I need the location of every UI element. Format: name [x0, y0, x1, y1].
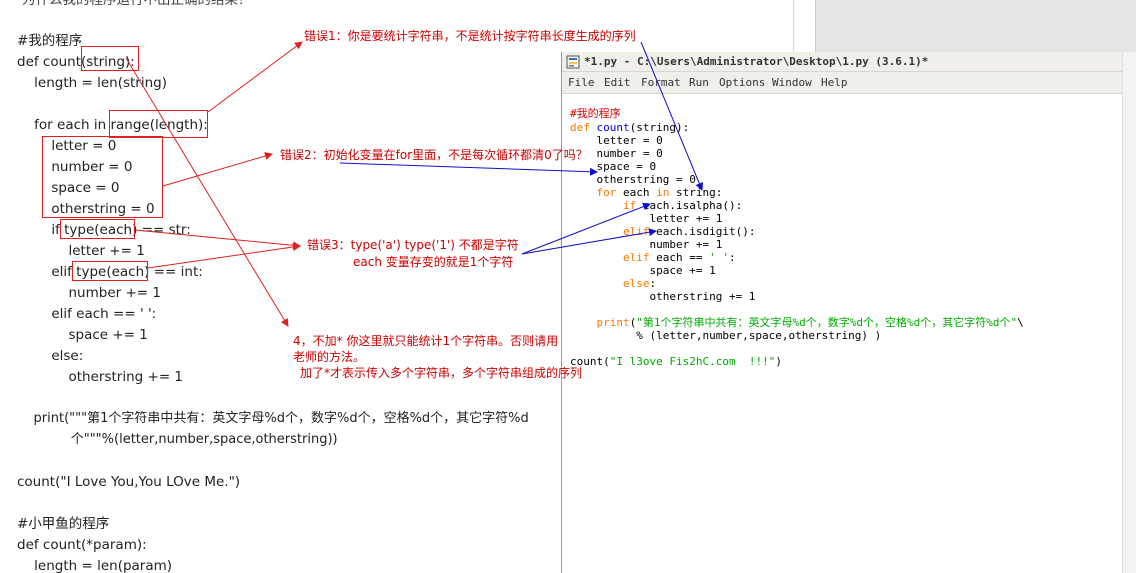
- blue-arrow-isdigit: [521, 228, 657, 255]
- blue-arrow-isalpha: [521, 202, 651, 255]
- annotation-arrows: [125, 41, 704, 327]
- blue-arrow-init-vars: [339, 162, 598, 176]
- red-arrow-error-3a: [134, 229, 301, 250]
- red-arrow-error-2: [162, 152, 273, 187]
- red-arrow-error-3b: [147, 243, 301, 269]
- red-arrow-error-1: [207, 41, 303, 113]
- blue-arrow-for-string: [640, 41, 704, 191]
- red-arrow-note-4: [125, 57, 289, 327]
